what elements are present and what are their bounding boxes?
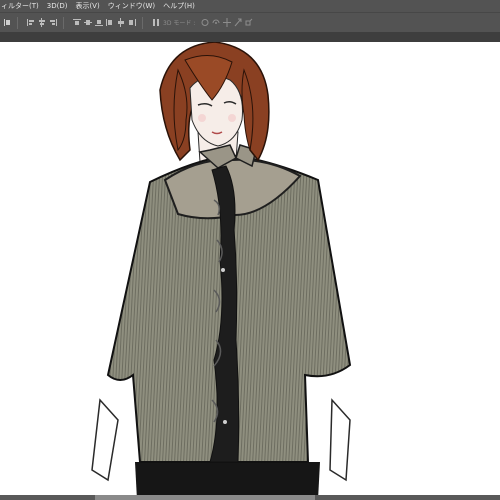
horizontal-scrollbar[interactable]: [0, 495, 500, 500]
menu-bar: ィルター(T) 3D(D) 表示(V) ウィンドウ(W) ヘルプ(H): [0, 0, 500, 12]
options-bar: 3D モード :: [0, 12, 500, 32]
3d-mode-label: 3D モード :: [163, 20, 196, 27]
distribute-middle-icon[interactable]: [84, 18, 92, 27]
menu-help[interactable]: ヘルプ(H): [159, 0, 199, 12]
align-left-icon[interactable]: [27, 18, 35, 27]
align-center-icon[interactable]: [38, 18, 46, 27]
3d-scale-icon[interactable]: [245, 18, 253, 27]
distribute-right-icon[interactable]: [128, 18, 136, 27]
distribute-bottom-icon[interactable]: [95, 18, 103, 27]
panel-divider: [0, 32, 500, 42]
menu-view[interactable]: 表示(V): [71, 0, 103, 12]
3d-pan-icon[interactable]: [223, 18, 232, 27]
3d-rotate-icon[interactable]: [201, 18, 209, 27]
distribute-center-icon[interactable]: [117, 18, 125, 27]
toolbar-divider: [142, 16, 143, 29]
menu-window[interactable]: ウィンドウ(W): [104, 0, 159, 12]
toolbar-divider: [17, 16, 18, 29]
menu-filter[interactable]: ィルター(T): [0, 0, 43, 12]
auto-align-icon[interactable]: [152, 18, 160, 27]
toolbar-divider: [63, 16, 64, 29]
3d-slide-icon[interactable]: [234, 18, 242, 27]
illustration-artwork: [91, 42, 352, 500]
distribute-top-icon[interactable]: [73, 18, 81, 27]
transform-controls-icon[interactable]: [3, 18, 11, 27]
align-right-icon[interactable]: [49, 18, 57, 27]
document-canvas[interactable]: [0, 42, 500, 500]
scrollbar-thumb[interactable]: [95, 495, 315, 500]
distribute-left-icon[interactable]: [106, 18, 114, 27]
menu-3d[interactable]: 3D(D): [43, 0, 72, 12]
3d-roll-icon[interactable]: [212, 18, 220, 27]
